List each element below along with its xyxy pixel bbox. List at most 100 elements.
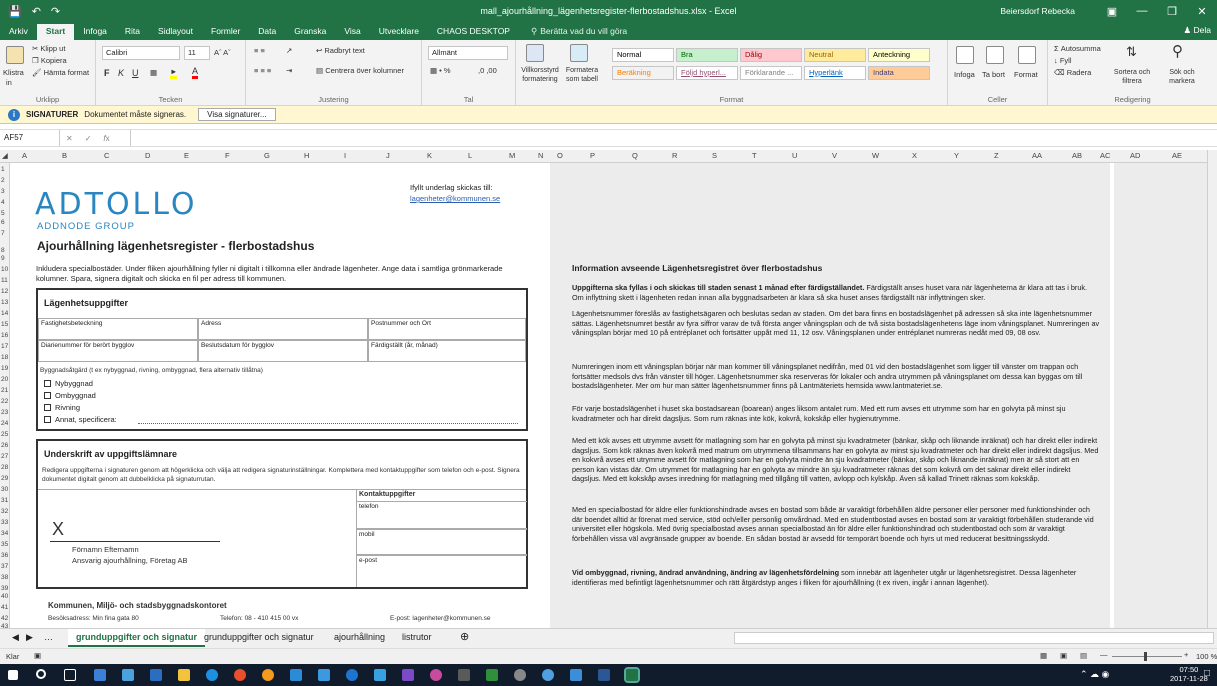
merge-center-button[interactable]: ▤ Centrera över kolumner: [316, 66, 404, 75]
tab-infoga[interactable]: Infoga: [74, 24, 116, 40]
align-top-icon[interactable]: ≡ ≡: [254, 46, 265, 55]
row-header[interactable]: 25: [1, 431, 8, 438]
zoom-in-icon[interactable]: +: [1184, 650, 1188, 659]
column-header[interactable]: P: [590, 151, 595, 160]
row-header[interactable]: 13: [1, 299, 8, 306]
save-icon[interactable]: 💾: [8, 5, 22, 18]
search-icon[interactable]: ⚲: [1172, 42, 1183, 60]
row-header[interactable]: 30: [1, 486, 8, 493]
app-icon[interactable]: [290, 669, 302, 681]
edge-icon[interactable]: [206, 669, 218, 681]
zoom-slider-thumb[interactable]: [1144, 652, 1147, 661]
row-header[interactable]: 33: [1, 519, 8, 526]
sheet-tab-grunduppgifter[interactable]: grunduppgifter och signatur: [196, 629, 322, 647]
format-as-table-icon[interactable]: [570, 44, 588, 62]
tab-rita[interactable]: Rita: [116, 24, 149, 40]
row-header[interactable]: 38: [1, 574, 8, 581]
row-header[interactable]: 6: [1, 219, 5, 226]
row-header[interactable]: 21: [1, 387, 8, 394]
row-header[interactable]: 39: [1, 585, 8, 592]
delete-cells-icon[interactable]: [986, 46, 1004, 64]
bold-icon[interactable]: F: [104, 68, 110, 78]
app-icon[interactable]: [318, 669, 330, 681]
close-icon[interactable]: ✕: [1187, 5, 1217, 18]
column-header[interactable]: E: [184, 151, 189, 160]
column-header[interactable]: AD: [1130, 151, 1140, 160]
font-size-dropdown[interactable]: 11: [184, 46, 210, 60]
column-header[interactable]: X: [912, 151, 917, 160]
signature-line[interactable]: X Förnamn Efternamn Ansvarig ajourhållni…: [46, 497, 246, 581]
add-sheet-icon[interactable]: ⊕: [452, 629, 477, 647]
tab-formler[interactable]: Formler: [202, 24, 249, 40]
autosum-button[interactable]: Σ Autosumma: [1054, 44, 1101, 53]
format-cells-label[interactable]: Format: [1014, 70, 1038, 79]
vertical-scrollbar[interactable]: [1207, 150, 1217, 628]
tab-data[interactable]: Data: [249, 24, 285, 40]
fx-icon[interactable]: fx: [103, 134, 109, 143]
row-header[interactable]: 1: [1, 166, 5, 173]
fill-button[interactable]: ↓ Fyll: [1054, 56, 1072, 65]
row-header[interactable]: 18: [1, 354, 8, 361]
page-break-preview-icon[interactable]: ▤: [1080, 651, 1087, 660]
conditional-format-label[interactable]: Villkorsstyrd formatering: [518, 66, 562, 84]
row-header[interactable]: 23: [1, 409, 8, 416]
diary-number-field[interactable]: Diarienummer för berört bygglov: [38, 340, 198, 362]
cell-style-item[interactable]: Indata: [868, 66, 930, 80]
select-all-corner[interactable]: ◢: [2, 151, 8, 160]
user-name[interactable]: Beiersdorf Rebecka: [1000, 6, 1075, 16]
row-header[interactable]: 27: [1, 453, 8, 460]
cell-style-item[interactable]: Normal: [612, 48, 674, 62]
underline-icon[interactable]: U: [132, 68, 139, 78]
app-icon[interactable]: [570, 669, 582, 681]
app-icon[interactable]: [486, 669, 498, 681]
search-icon[interactable]: [36, 669, 46, 679]
enter-icon[interactable]: ✓: [85, 134, 92, 143]
grow-font-icon[interactable]: Aˆ Aˇ: [214, 48, 231, 57]
column-header[interactable]: Z: [994, 151, 999, 160]
ribbon-display-icon[interactable]: ▣: [1097, 5, 1127, 18]
app-icon[interactable]: [514, 669, 526, 681]
column-header[interactable]: I: [344, 151, 346, 160]
orientation-icon[interactable]: ↗: [286, 46, 292, 55]
format-cells-icon[interactable]: [1018, 46, 1036, 64]
column-header[interactable]: F: [225, 151, 230, 160]
column-header[interactable]: A: [22, 151, 27, 160]
column-header[interactable]: J: [386, 151, 390, 160]
share-button[interactable]: ♟ Dela: [1184, 25, 1211, 36]
column-header[interactable]: W: [872, 151, 879, 160]
row-header[interactable]: 22: [1, 398, 8, 405]
insert-cells-label[interactable]: Infoga: [954, 70, 975, 79]
sheet-tab-listrutor[interactable]: listrutor: [394, 629, 440, 647]
normal-view-icon[interactable]: ▦: [1040, 651, 1047, 660]
tab-visa[interactable]: Visa: [335, 24, 369, 40]
app-icon[interactable]: [458, 669, 470, 681]
tab-granska[interactable]: Granska: [285, 24, 335, 40]
row-header[interactable]: 40: [1, 593, 8, 600]
checkbox-other[interactable]: Annat, specificera:: [44, 415, 117, 424]
tab-arkiv[interactable]: Arkiv: [0, 24, 37, 40]
checkbox-new-build[interactable]: Nybyggnad: [44, 379, 93, 388]
column-header[interactable]: G: [264, 151, 270, 160]
cell-style-item[interactable]: Följd hyperl...: [676, 66, 738, 80]
find-select-label[interactable]: Sök och markera: [1160, 68, 1204, 86]
font-name-dropdown[interactable]: Calibri: [102, 46, 180, 60]
word-icon[interactable]: [598, 669, 610, 681]
borders-icon[interactable]: ▦: [150, 68, 157, 77]
redo-icon[interactable]: ↷: [51, 5, 60, 18]
cancel-icon[interactable]: ✕: [66, 134, 73, 143]
file-explorer-icon[interactable]: [178, 669, 190, 681]
app-icon[interactable]: [402, 669, 414, 681]
column-header[interactable]: Y: [954, 151, 959, 160]
column-header[interactable]: Q: [632, 151, 638, 160]
italic-icon[interactable]: K: [118, 68, 124, 78]
row-header[interactable]: 17: [1, 343, 8, 350]
number-format-dropdown[interactable]: Allmänt: [428, 46, 508, 60]
paste-label[interactable]: Klistra: [3, 68, 24, 77]
checkbox-demolition[interactable]: Rivning: [44, 403, 80, 412]
row-header[interactable]: 2: [1, 177, 5, 184]
column-header[interactable]: AA: [1032, 151, 1042, 160]
tell-me-box[interactable]: Berätta vad du vill göra: [537, 24, 627, 40]
row-header[interactable]: 9: [1, 255, 5, 262]
column-header[interactable]: M: [509, 151, 515, 160]
row-header[interactable]: 8: [1, 247, 5, 254]
